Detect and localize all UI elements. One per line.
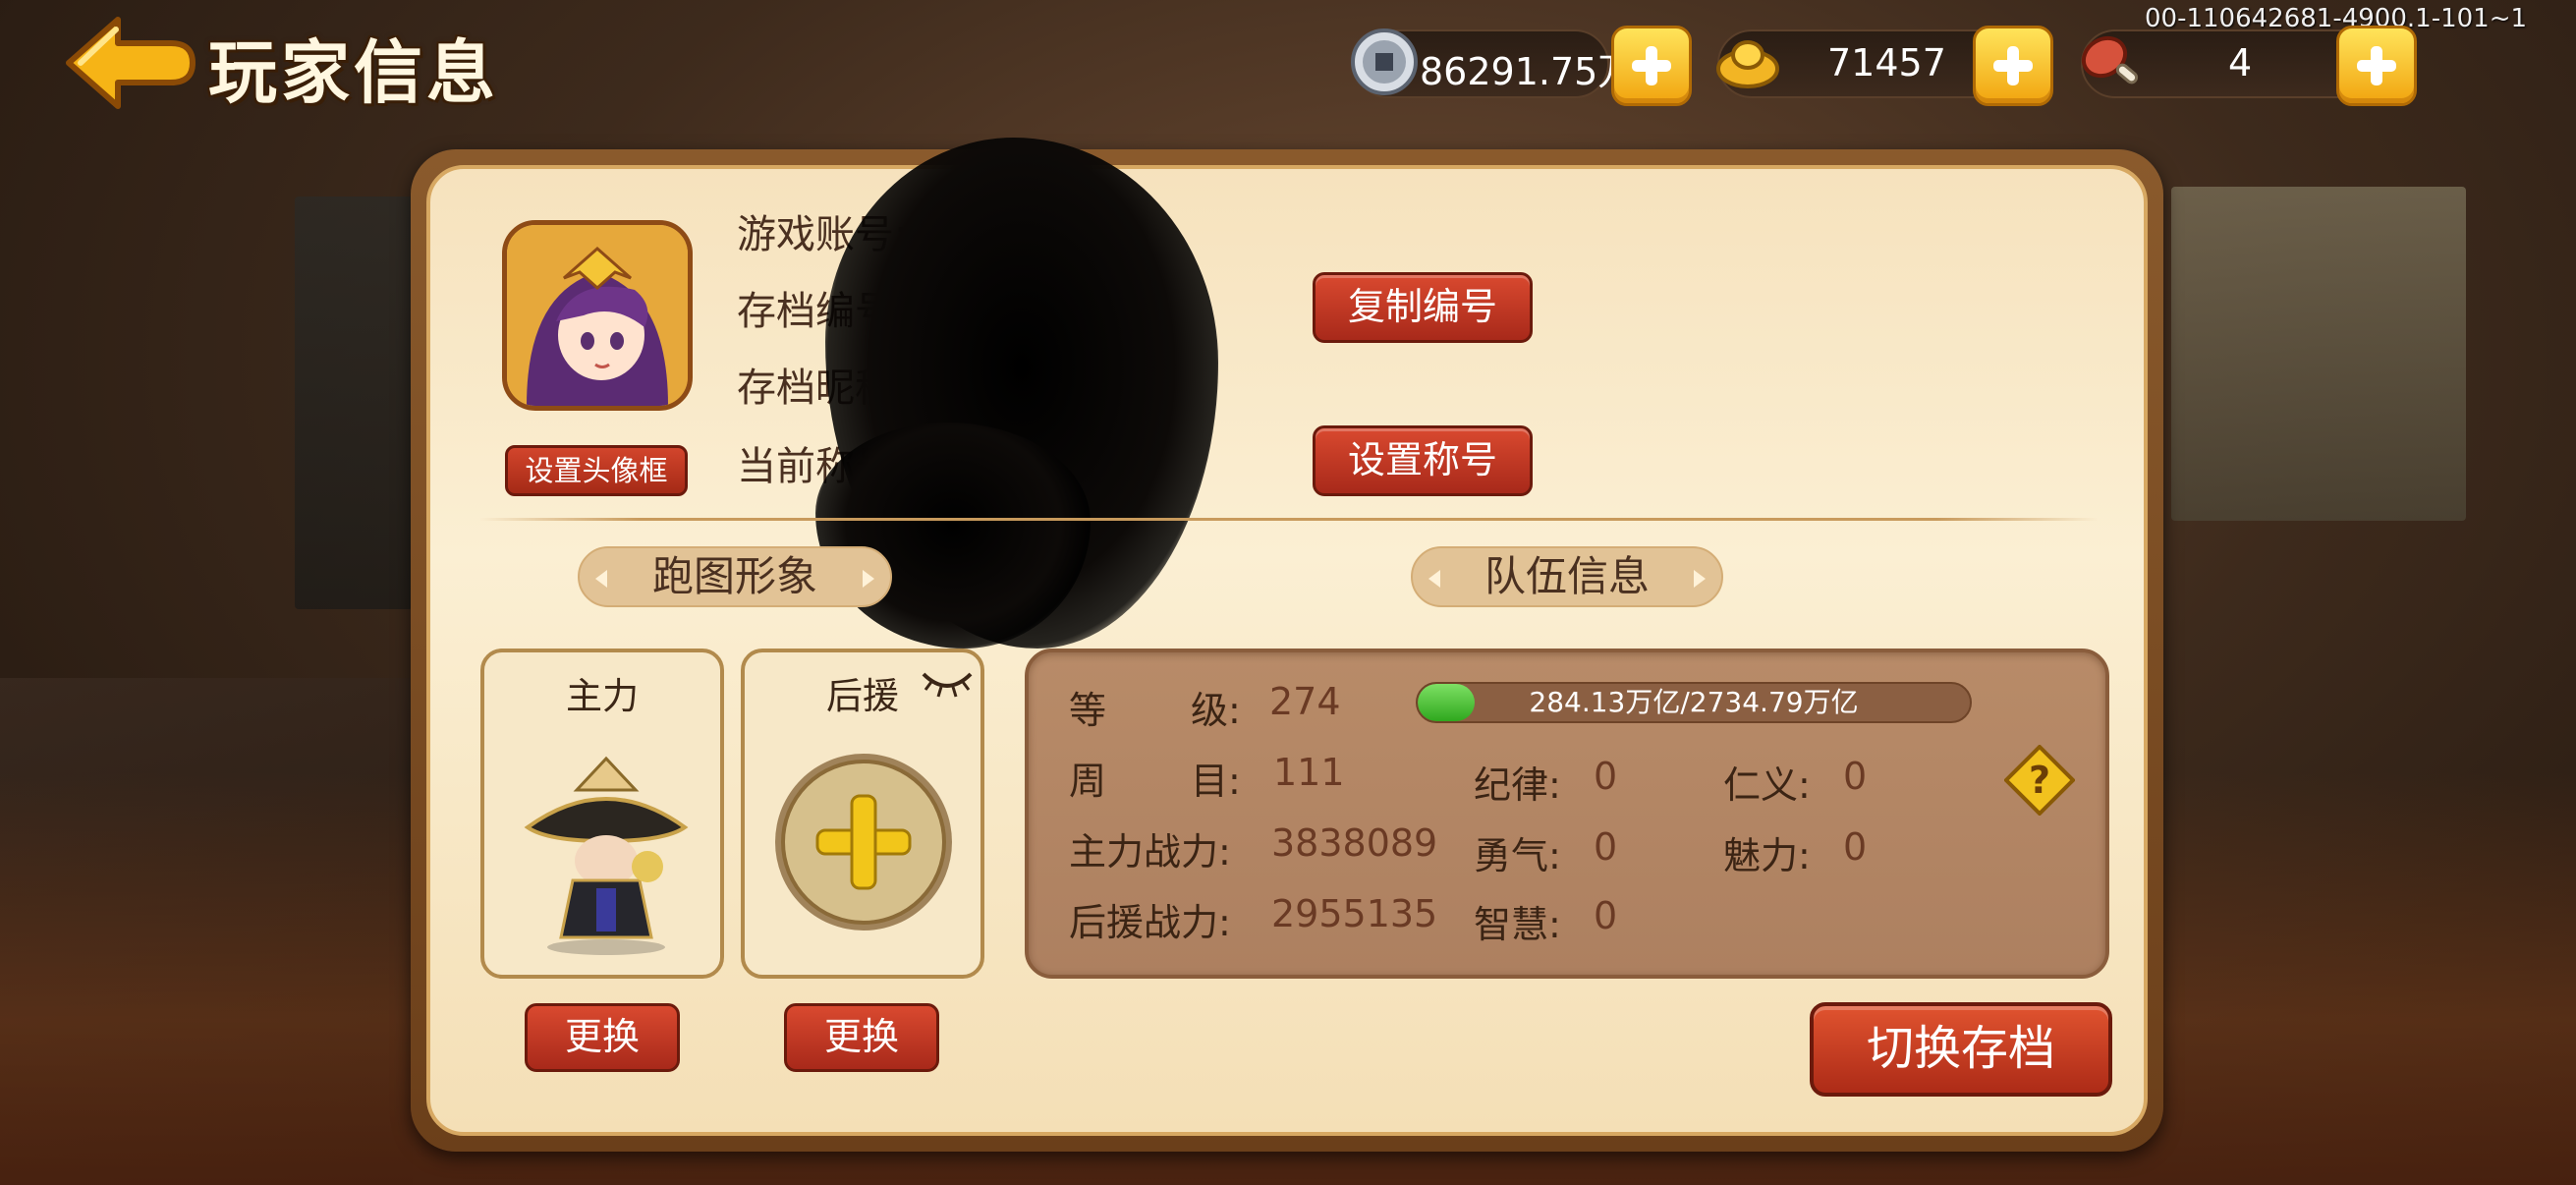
charm-label: 魅力:	[1723, 834, 1811, 877]
main-power-value: 3838089	[1271, 821, 1438, 865]
add-meat-button[interactable]	[2336, 26, 2417, 106]
page-title: 玩家信息	[208, 32, 499, 113]
silver-coin-icon	[1351, 28, 1418, 95]
appearance-section-header: 跑图形象	[578, 546, 892, 607]
main-slot-label: 主力	[566, 675, 639, 717]
courage-value: 0	[1594, 825, 1618, 869]
wisdom-value: 0	[1594, 894, 1618, 937]
section-divider	[479, 518, 2099, 521]
gold-ingot-icon	[1716, 40, 1779, 88]
switch-save-button[interactable]: 切换存档	[1810, 1002, 2112, 1097]
set-title-button[interactable]: 设置称号	[1313, 425, 1533, 496]
main-character-sprite-icon	[524, 756, 689, 955]
avatar[interactable]	[502, 220, 693, 411]
left-arrow-icon	[595, 570, 607, 588]
main-power-label: 主力战力:	[1069, 830, 1231, 874]
appearance-section-title: 跑图形象	[651, 552, 817, 600]
benevolence-value: 0	[1843, 755, 1868, 798]
background-shelf-left	[295, 197, 413, 609]
svg-text:?: ?	[2029, 759, 2050, 802]
benevolence-label: 仁义:	[1723, 763, 1811, 807]
xp-progress-bar: 284.13万亿/2734.79万亿	[1416, 682, 1972, 723]
team-info-section-title: 队伍信息	[1484, 552, 1650, 600]
meat-value: 4	[2228, 41, 2253, 85]
gold-value: 71457	[1827, 41, 1946, 85]
support-character-slot[interactable]: 后援	[741, 649, 984, 979]
support-power-label: 后援战力:	[1069, 901, 1231, 944]
help-question-icon[interactable]: ?	[2004, 745, 2075, 816]
discipline-value: 0	[1594, 755, 1618, 798]
wisdom-label: 智慧:	[1474, 903, 1561, 946]
main-character-slot[interactable]: 主力	[480, 649, 724, 979]
discipline-label: 纪律:	[1474, 763, 1561, 807]
eye-closed-icon[interactable]	[920, 666, 975, 700]
add-support-icon[interactable]	[770, 749, 957, 935]
round-label-char-1: 周	[1069, 760, 1107, 803]
round-label-char-2: 目:	[1191, 760, 1241, 803]
level-value: 274	[1269, 680, 1341, 723]
copy-id-button[interactable]: 复制编号	[1313, 272, 1533, 343]
avatar-portrait-icon	[507, 225, 688, 406]
level-label-char-1: 等	[1069, 689, 1107, 732]
meat-icon	[2081, 35, 2139, 85]
add-gold-button[interactable]	[1973, 26, 2053, 106]
right-arrow-icon	[1694, 570, 1706, 588]
xp-progress-text: 284.13万亿/2734.79万亿	[1529, 686, 1859, 718]
charm-value: 0	[1843, 825, 1868, 869]
silver-value: 86291.75万	[1420, 50, 1636, 93]
right-arrow-icon	[863, 570, 874, 588]
left-arrow-icon	[1428, 570, 1440, 588]
courage-label: 勇气:	[1474, 834, 1561, 877]
swap-support-button[interactable]: 更换	[784, 1003, 939, 1072]
team-info-section-header: 队伍信息	[1411, 546, 1723, 607]
round-value: 111	[1273, 751, 1345, 794]
swap-main-button[interactable]: 更换	[525, 1003, 680, 1072]
add-silver-button[interactable]	[1611, 26, 1692, 106]
background-window-right	[2171, 187, 2466, 521]
support-power-value: 2955135	[1271, 892, 1438, 935]
level-label-char-2: 级:	[1191, 689, 1241, 732]
back-arrow-icon[interactable]	[61, 14, 198, 112]
set-avatar-frame-button[interactable]: 设置头像框	[505, 445, 688, 496]
